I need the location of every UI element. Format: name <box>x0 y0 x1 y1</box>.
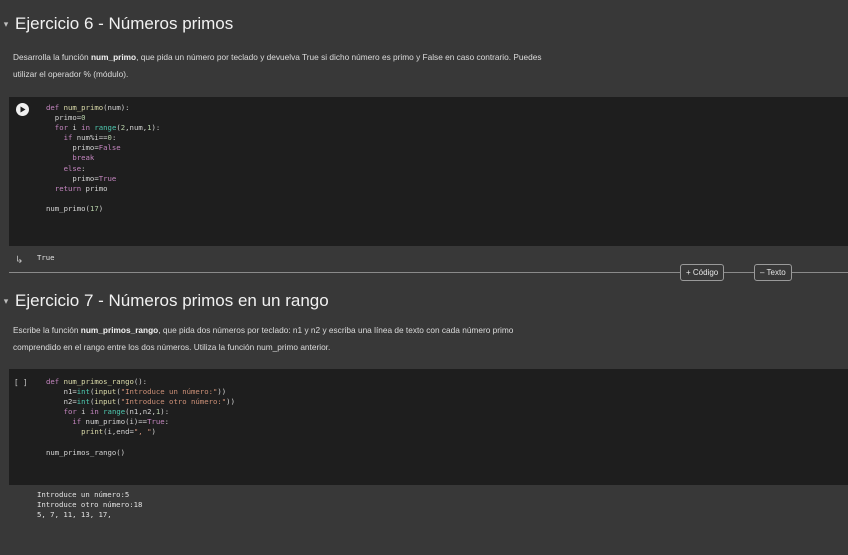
code-line: def num_primos_rango(): <box>46 377 148 386</box>
add-code-button[interactable]: + Código <box>680 264 725 281</box>
section-description: Escribe la función num_primos_rango, que… <box>13 325 514 352</box>
code-line: if num%i==0: <box>63 133 117 143</box>
section-description: Desarrolla la función num_primo, que pid… <box>13 52 542 79</box>
code-line: primo=0 <box>46 113 86 123</box>
code-cell-ejercicio-6[interactable]: def num_primo(num): primo=0 for i in ran… <box>9 97 848 246</box>
code-line: num_primos_rango() <box>46 447 126 457</box>
section-header-ejercicio-7: ▾ Ejercicio 7 - Números primos en un ran… <box>0 291 329 311</box>
collapse-caret-icon[interactable]: ▾ <box>0 19 12 30</box>
code-line: return primo <box>54 183 108 193</box>
code-line: for i in range(n1,n2,1): <box>63 407 170 417</box>
code-line: break <box>72 153 95 163</box>
code-line: n2=int(input("Introduce otro número:")) <box>46 397 235 407</box>
code-line: if num_primo(i)==True: <box>72 417 170 427</box>
output-arrow-icon: ↳ <box>15 255 24 266</box>
code-editor[interactable]: def num_primo(num): primo=0 for i in ran… <box>46 103 160 214</box>
code-line: n1=int(input("Introduce un número:")) <box>46 387 227 397</box>
cell-output: True <box>37 253 55 262</box>
code-line: else: <box>63 163 86 173</box>
code-editor[interactable]: def num_primos_rango(): n1=int(input("In… <box>46 377 235 458</box>
collapse-caret-icon[interactable]: ▾ <box>0 296 12 307</box>
add-text-button[interactable]: – Texto <box>754 264 792 281</box>
section-title: Ejercicio 7 - Números primos en un rango <box>15 291 329 310</box>
code-line: num_primo(17) <box>46 203 104 213</box>
section-title: Ejercicio 6 - Números primos <box>15 14 234 33</box>
code-line: primo=True <box>46 173 117 183</box>
execution-count-bracket[interactable]: [ ] <box>14 378 28 387</box>
code-line: primo=False <box>46 143 121 153</box>
cell-output: Introduce un número:5 Introduce otro núm… <box>37 490 143 520</box>
code-line: for i in range(2,num,1): <box>54 123 161 133</box>
code-line: print(i,end=", ") <box>81 427 156 437</box>
code-cell-ejercicio-7[interactable]: def num_primos_rango(): n1=int(input("In… <box>9 369 848 485</box>
code-line: def num_primo(num): <box>46 103 130 112</box>
play-icon <box>20 106 26 113</box>
run-cell-button[interactable] <box>16 103 29 116</box>
section-header-ejercicio-6: ▾ Ejercicio 6 - Números primos <box>0 14 234 34</box>
